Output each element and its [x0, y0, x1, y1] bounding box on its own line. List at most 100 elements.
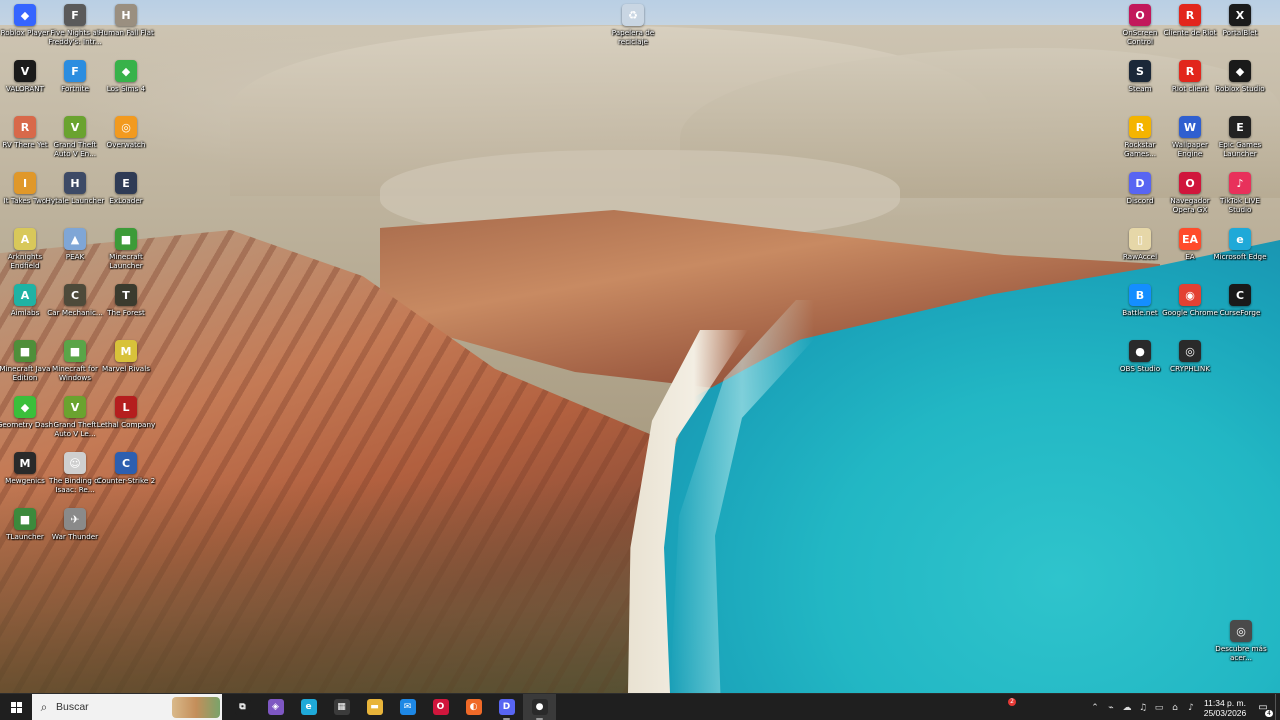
- opera-gx-taskbar-icon: O: [432, 699, 449, 715]
- discover-icon: ◎: [1230, 620, 1252, 642]
- orange-app-icon: ◐: [465, 699, 482, 715]
- desktop-icon[interactable]: E ExLoader: [98, 172, 154, 205]
- edge-icon: e: [1229, 228, 1251, 250]
- desktop-icon-label: Papelera de reciclaje: [611, 28, 655, 46]
- desktop-icon[interactable]: F Five Nights at Freddy's: Intr...: [47, 4, 103, 46]
- portalblet-icon: X: [1229, 4, 1251, 26]
- taskbar-pinned-apps: ⧉ ◈ e ▦ ▬ ✉ O ◐ D ●: [226, 693, 556, 720]
- sims-icon: ◆: [115, 60, 137, 82]
- desktop-icon[interactable]: A Arknights Endfield: [0, 228, 53, 270]
- desktop-icon[interactable]: X PortalBlet: [1212, 4, 1268, 37]
- desktop-icon[interactable]: ■ Minecraft Launcher: [98, 228, 154, 270]
- desktop-icon[interactable]: C CurseForge: [1212, 284, 1268, 317]
- curseforge-icon: C: [1229, 284, 1251, 306]
- desktop-icon[interactable]: H Human Fall Flat: [98, 4, 154, 37]
- desktop-icon[interactable]: ▲ PEAK: [47, 228, 103, 261]
- desktop-icon[interactable]: V Grand Theft Auto V Le...: [47, 396, 103, 438]
- desktop-icon-label: War Thunder: [51, 532, 99, 541]
- wallpaper-engine-icon: W: [1179, 116, 1201, 138]
- clock-date: 25/03/2026: [1203, 707, 1247, 718]
- desktop-icon[interactable]: ◎ CRYPHLINK: [1162, 340, 1218, 373]
- taskbar-app-button[interactable]: ✉: [391, 694, 424, 720]
- desktop-icon[interactable]: F Fortnite: [47, 60, 103, 93]
- human-fall-flat-icon: H: [115, 4, 137, 26]
- taskbar-app-button[interactable]: D: [490, 694, 523, 720]
- taskbar-app-button[interactable]: ●: [523, 693, 556, 720]
- start-button[interactable]: [0, 694, 32, 720]
- task-view-icon: ⧉: [234, 699, 251, 715]
- taskbar-app-button[interactable]: e: [292, 694, 325, 720]
- discord-taskbar-icon: D: [498, 699, 515, 715]
- riot-client-2-icon: R: [1179, 60, 1201, 82]
- desktop-icon[interactable]: V Grand Theft Auto V En...: [47, 116, 103, 158]
- desktop-icon[interactable]: ☺ The Binding of Isaac: Re...: [47, 452, 103, 494]
- lethal-company-icon: L: [115, 396, 137, 418]
- desktop-icon[interactable]: ◎ Overwatch: [98, 116, 154, 149]
- battery-icon[interactable]: ▭: [1151, 694, 1167, 720]
- desktop-icon-label: Counter-Strike 2: [96, 476, 156, 485]
- desktop-icon[interactable]: ♻ Papelera de reciclaje: [605, 4, 661, 46]
- tlauncher-icon: ■: [14, 508, 36, 530]
- desktop-icon[interactable]: ◆ Los Sims 4: [98, 60, 154, 93]
- clock[interactable]: 11:34 p. m. 25/03/2026: [1199, 698, 1251, 718]
- desktop-icon[interactable]: L Lethal Company: [97, 396, 155, 429]
- gta-v-icon: V: [64, 116, 86, 138]
- rawaccel-icon: ▯: [1129, 228, 1151, 250]
- minecraft-java-icon: ■: [14, 340, 36, 362]
- binding-of-isaac-icon: ☺: [64, 452, 86, 474]
- car-mechanic-icon: C: [64, 284, 86, 306]
- desktop-icon[interactable]: M Marvel Rivals: [98, 340, 154, 373]
- show-desktop-button[interactable]: [1275, 694, 1280, 720]
- search-input[interactable]: [56, 701, 156, 713]
- desktop-icon-label: PortalBlet: [1222, 28, 1258, 37]
- microphone-icon[interactable]: ♫: [1135, 694, 1151, 720]
- mail-icon: ✉: [399, 699, 416, 715]
- taskbar: ⌕ ⧉ ◈ e ▦ ▬ ✉ O ◐ D ● ⌃ ⌁ ☁ ♫ ▭ ⌂ ♪ 11:34 p. m. 2…: [0, 693, 1280, 720]
- search-box[interactable]: ⌕: [32, 693, 222, 720]
- hytale-icon: H: [64, 172, 86, 194]
- epic-games-icon: E: [1229, 116, 1251, 138]
- cloud-icon[interactable]: ☁: [1119, 694, 1135, 720]
- arknights-icon: A: [14, 228, 36, 250]
- desktop-icon[interactable]: ✈ War Thunder: [47, 508, 103, 541]
- tray-app-icon[interactable]: ⌁: [1103, 694, 1119, 720]
- discord-icon: D: [1129, 172, 1151, 194]
- desktop-icon[interactable]: e Microsoft Edge: [1212, 228, 1268, 261]
- rockstar-icon: R: [1129, 116, 1151, 138]
- clock-time: 11:34 p. m.: [1204, 697, 1246, 708]
- taskbar-app-button[interactable]: O: [424, 694, 457, 720]
- desktop-icon[interactable]: ◎ Descubre más acer...: [1213, 620, 1269, 662]
- notifications-button[interactable]: ▭ 4: [1251, 694, 1275, 720]
- desktop-icon-label: Los Sims 4: [106, 84, 146, 93]
- tiktok-live-icon: ♪: [1229, 172, 1251, 194]
- desktop-icon-label: Overwatch: [106, 140, 146, 149]
- it-takes-two-icon: I: [14, 172, 36, 194]
- taskbar-app-button[interactable]: ⧉: [226, 694, 259, 720]
- ea-icon: EA: [1179, 228, 1201, 250]
- fnaf-icon: F: [64, 4, 86, 26]
- volume-icon[interactable]: ♪: [1183, 694, 1199, 720]
- taskbar-app-button[interactable]: ◐: [457, 694, 490, 720]
- desktop-icon[interactable]: E Epic Games Launcher: [1212, 116, 1268, 158]
- desktop-icon[interactable]: O OnScreen Control: [1112, 4, 1168, 46]
- chrome-icon: ◉: [1179, 284, 1201, 306]
- desktop-icon[interactable]: T The Forest: [98, 284, 154, 317]
- taskbar-app-button[interactable]: ▦: [325, 694, 358, 720]
- desktop-icon[interactable]: C Counter-Strike 2: [96, 452, 156, 485]
- file-explorer-icon: ▬: [366, 699, 383, 715]
- aimlabs-icon: A: [14, 284, 36, 306]
- taskbar-app-button[interactable]: ▬: [358, 694, 391, 720]
- network-icon[interactable]: ⌂: [1167, 694, 1183, 720]
- cryphlink-icon: ◎: [1179, 340, 1201, 362]
- desktop-icon[interactable]: ■ Minecraft for Windows: [47, 340, 103, 382]
- fortnite-icon: F: [64, 60, 86, 82]
- opera-gx-icon: O: [1179, 172, 1201, 194]
- search-highlight-image[interactable]: [172, 696, 220, 718]
- desktop-icon[interactable]: ♪ TikTok LIVE Studio: [1212, 172, 1268, 214]
- desktop-icon[interactable]: ◆ Roblox Studio: [1212, 60, 1268, 93]
- desktop-icon[interactable]: H Hytale Launcher: [46, 172, 105, 205]
- roblox-icon: ◆: [14, 4, 36, 26]
- show-hidden-icons-chevron-icon[interactable]: ⌃: [1087, 694, 1103, 720]
- desktop-icon[interactable]: C Car Mechanic...: [47, 284, 103, 317]
- taskbar-app-button[interactable]: ◈: [259, 694, 292, 720]
